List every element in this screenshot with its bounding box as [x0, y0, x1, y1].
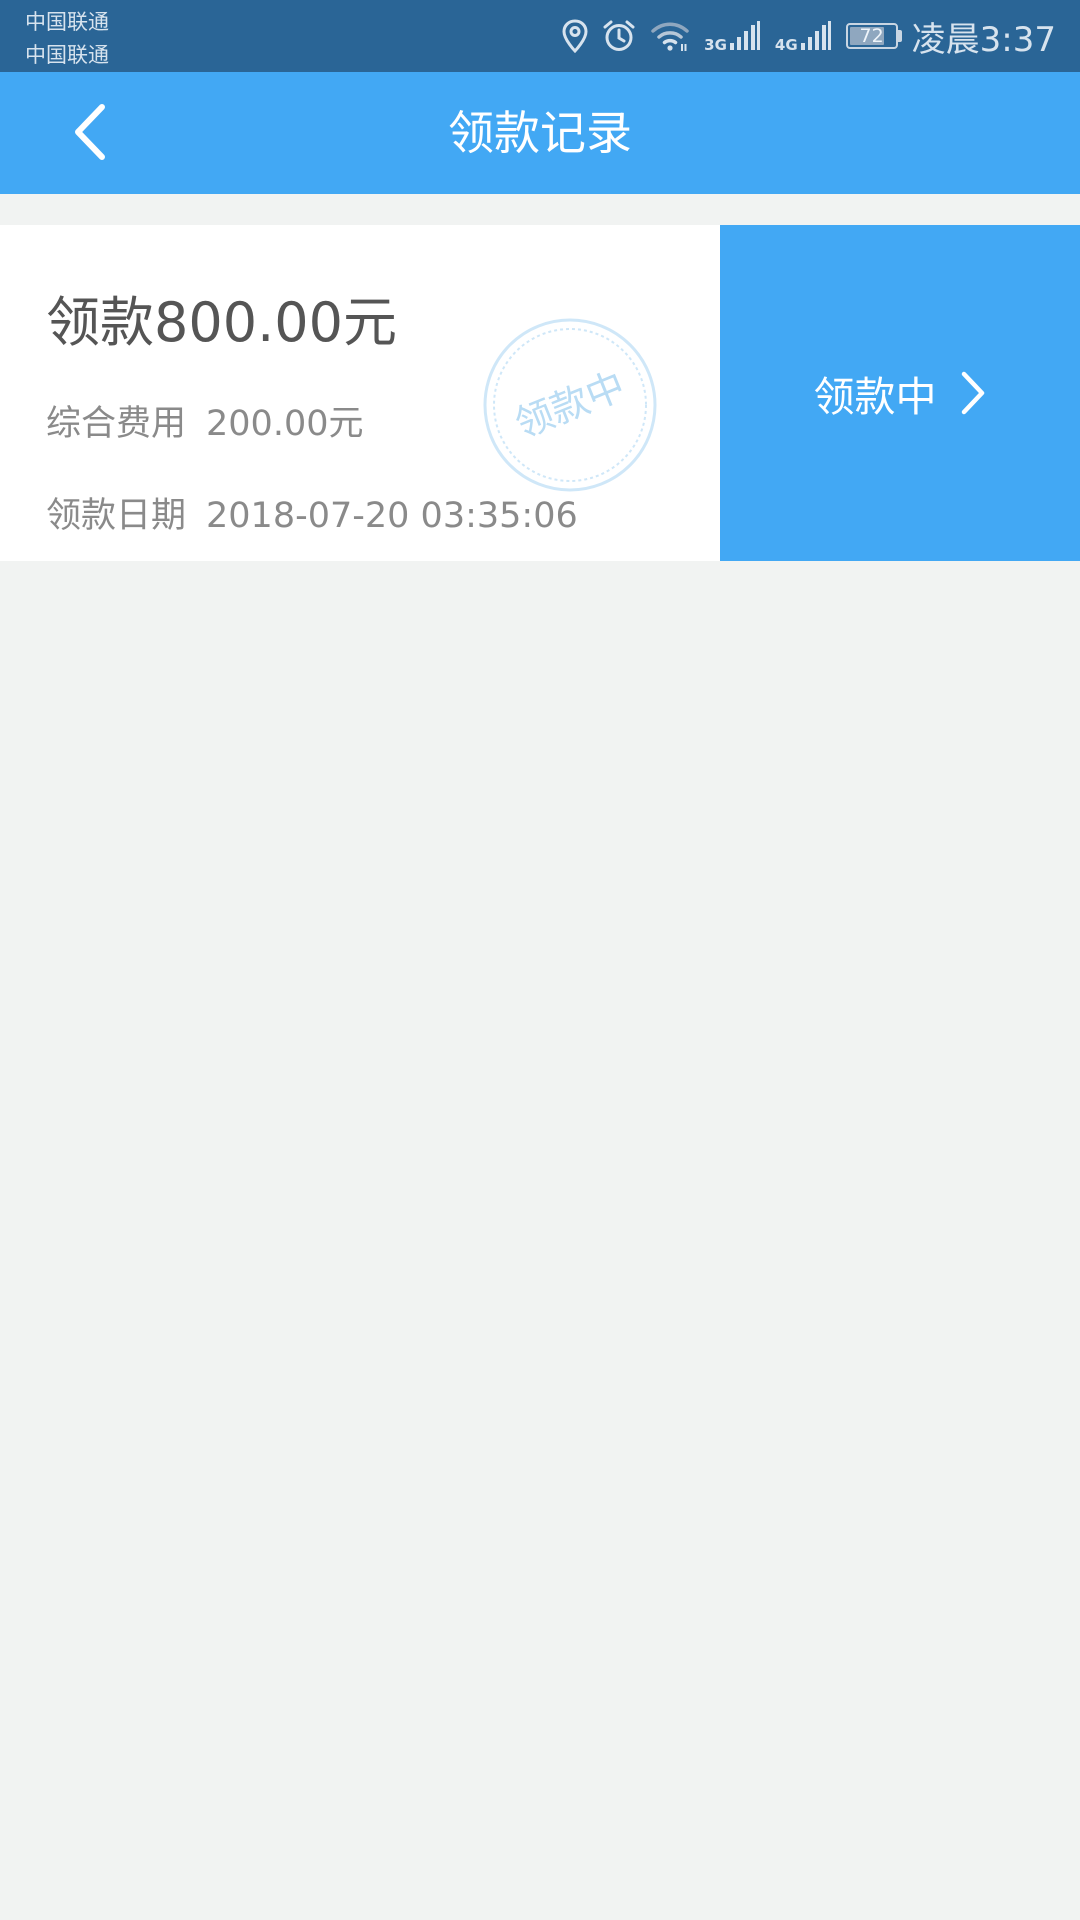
record-details: 领款800.00元 综合费用 200.00元 领款日期 2018-07-20 03:…	[0, 225, 720, 561]
date-row: 领款日期 2018-07-20 03:35:06	[46, 487, 578, 538]
net-type-4g: 4G	[774, 36, 798, 54]
chevron-right-icon	[959, 370, 987, 416]
record-amount: 领款800.00元	[46, 291, 397, 354]
status-label: 领款中	[813, 373, 937, 421]
wifi-icon	[650, 20, 690, 52]
signal-icon-4g: 4G	[775, 18, 832, 54]
fee-value: 200.00元	[206, 404, 364, 444]
fee-row: 综合费用 200.00元	[46, 395, 363, 446]
status-icons: 3G 4G 72 凌晨3:37	[548, 0, 1056, 72]
status-time: 凌晨3:37	[911, 19, 1056, 60]
status-button[interactable]: 领款中	[720, 225, 1080, 561]
status-stamp: 领款中	[482, 317, 658, 493]
date-label: 领款日期	[46, 496, 187, 536]
battery-tip	[897, 30, 902, 42]
page-title: 领款记录	[448, 106, 632, 160]
net-type-3g: 3G	[704, 36, 727, 54]
withdrawal-record-card: 领款800.00元 综合费用 200.00元 领款日期 2018-07-20 03:…	[0, 225, 1080, 561]
status-bar: 中国联通 中国联通 3G 4G 72 凌晨3:37	[0, 0, 1080, 72]
alarm-icon	[602, 19, 636, 53]
fee-label: 综合费用	[46, 404, 187, 444]
carrier-name-1: 中国联通	[25, 10, 109, 34]
location-icon	[562, 19, 588, 53]
carrier-name-2: 中国联通	[25, 43, 109, 67]
carrier-names: 中国联通 中国联通	[25, 6, 109, 72]
signal-icon-3g: 3G	[704, 18, 761, 54]
header-bar: 领款记录	[0, 72, 1080, 194]
battery-level: 72	[859, 25, 884, 47]
battery-icon: 72	[845, 23, 898, 49]
